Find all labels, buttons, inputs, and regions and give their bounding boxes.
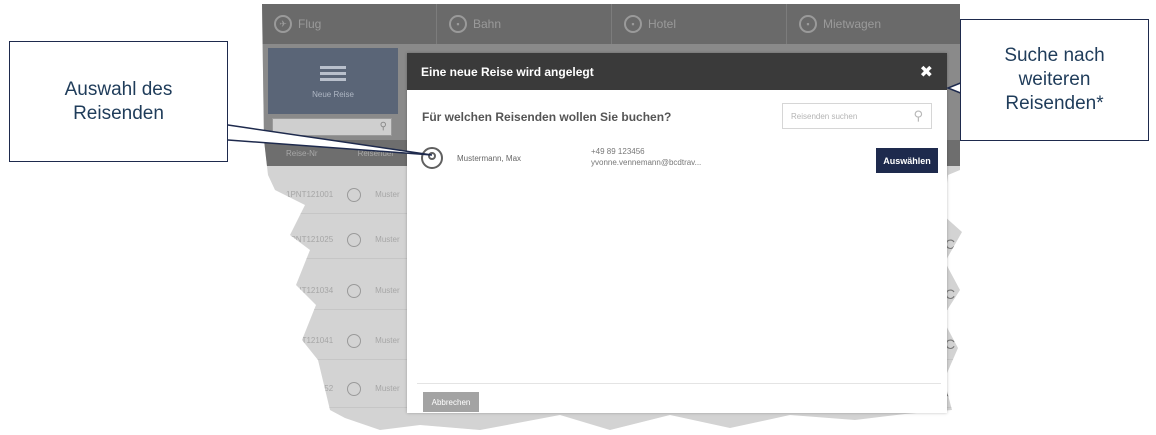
search-icon[interactable]: ⚲	[913, 108, 923, 124]
select-traveler-button[interactable]: Auswählen	[876, 148, 938, 173]
avatar-icon	[421, 147, 443, 169]
column-trip-number: Reise-Nr	[286, 148, 318, 158]
close-icon[interactable]: ✖	[920, 62, 933, 82]
cancel-button[interactable]: Abbrechen	[423, 392, 479, 412]
row-action-fragment: C	[945, 236, 956, 252]
nav-car-label: Mietwagen	[823, 17, 882, 31]
background-search-input[interactable]: ⚲	[272, 118, 392, 136]
row-traveler: Muster	[375, 286, 400, 295]
row-trip-id: 1PNT121052	[286, 384, 334, 393]
traveler-email: yvonne.vennemann@bcdtrav...	[591, 158, 702, 167]
row-traveler: Muster	[375, 384, 400, 393]
row-trip-id: 1PNT121001	[286, 190, 334, 199]
callout-traveler-search: Suche nach weiteren Reisenden*	[960, 19, 1149, 141]
avatar-icon	[347, 232, 362, 247]
callout-line: weiteren	[1018, 69, 1091, 90]
traveler-search-input[interactable]: Reisenden suchen ⚲	[782, 103, 932, 129]
avatar-icon	[347, 333, 362, 348]
row-action-fragment: C	[945, 186, 956, 202]
traveler-phone: +49 89 123456	[591, 147, 645, 156]
nav-flight[interactable]: ✈ Flug	[262, 4, 437, 44]
row-trip-id: 1PNT121034	[286, 286, 334, 295]
row-traveler: Muster	[375, 336, 400, 345]
row-traveler: Muster	[375, 190, 400, 199]
flight-icon: ✈	[274, 15, 292, 33]
callout-traveler-selection: Auswahl des Reisenden	[9, 41, 228, 162]
row-trip-id: 1PNT121041	[286, 336, 334, 345]
callout-line: Reisenden*	[1005, 93, 1104, 114]
row-trip-id: 1PNT121025	[286, 235, 334, 244]
nav-train[interactable]: ▪ Bahn	[437, 4, 612, 44]
modal-title: Eine neue Reise wird angelegt	[421, 64, 594, 79]
row-action-fragment: C	[945, 384, 956, 400]
callout-line: Auswahl des	[64, 78, 173, 100]
nav-hotel-label: Hotel	[648, 17, 677, 31]
traveler-question: Für welchen Reisenden wollen Sie buchen?	[422, 110, 672, 124]
nav-hotel[interactable]: ▪ Hotel	[612, 4, 787, 44]
callout-line: Suche nach	[1004, 45, 1105, 66]
avatar-icon	[347, 187, 362, 202]
new-trip-tile[interactable]: Neue Reise	[268, 48, 398, 114]
top-navigation: ✈ Flug ▪ Bahn ▪ Hotel ▪ Mietwagen	[262, 4, 962, 44]
row-action-fragment: C	[945, 336, 956, 352]
traveler-list-item[interactable]: Mustermann, Max +49 89 123456 yvonne.ven…	[419, 141, 939, 181]
avatar-icon	[347, 381, 362, 396]
train-icon: ▪	[449, 15, 467, 33]
callout-line: Reisenden	[73, 102, 164, 124]
nav-train-label: Bahn	[473, 17, 502, 31]
new-trip-modal: Eine neue Reise wird angelegt ✖ Für welc…	[407, 53, 947, 413]
row-action-fragment: C	[945, 286, 956, 302]
nav-car[interactable]: ▪ Mietwagen	[787, 4, 962, 44]
search-icon: ⚲	[379, 121, 387, 132]
nav-flight-label: Flug	[298, 17, 322, 31]
new-trip-label: Neue Reise	[312, 90, 354, 99]
avatar-icon	[347, 283, 362, 298]
modal-header: Eine neue Reise wird angelegt ✖	[407, 53, 947, 90]
car-icon: ▪	[799, 15, 817, 33]
menu-icon	[320, 63, 346, 84]
row-traveler: Muster	[375, 235, 400, 244]
column-traveler: Reisender	[357, 148, 395, 158]
hotel-icon: ▪	[624, 15, 642, 33]
traveler-name: Mustermann, Max	[457, 154, 522, 163]
traveler-search-placeholder: Reisenden suchen	[791, 111, 858, 121]
footer-divider	[417, 383, 941, 384]
